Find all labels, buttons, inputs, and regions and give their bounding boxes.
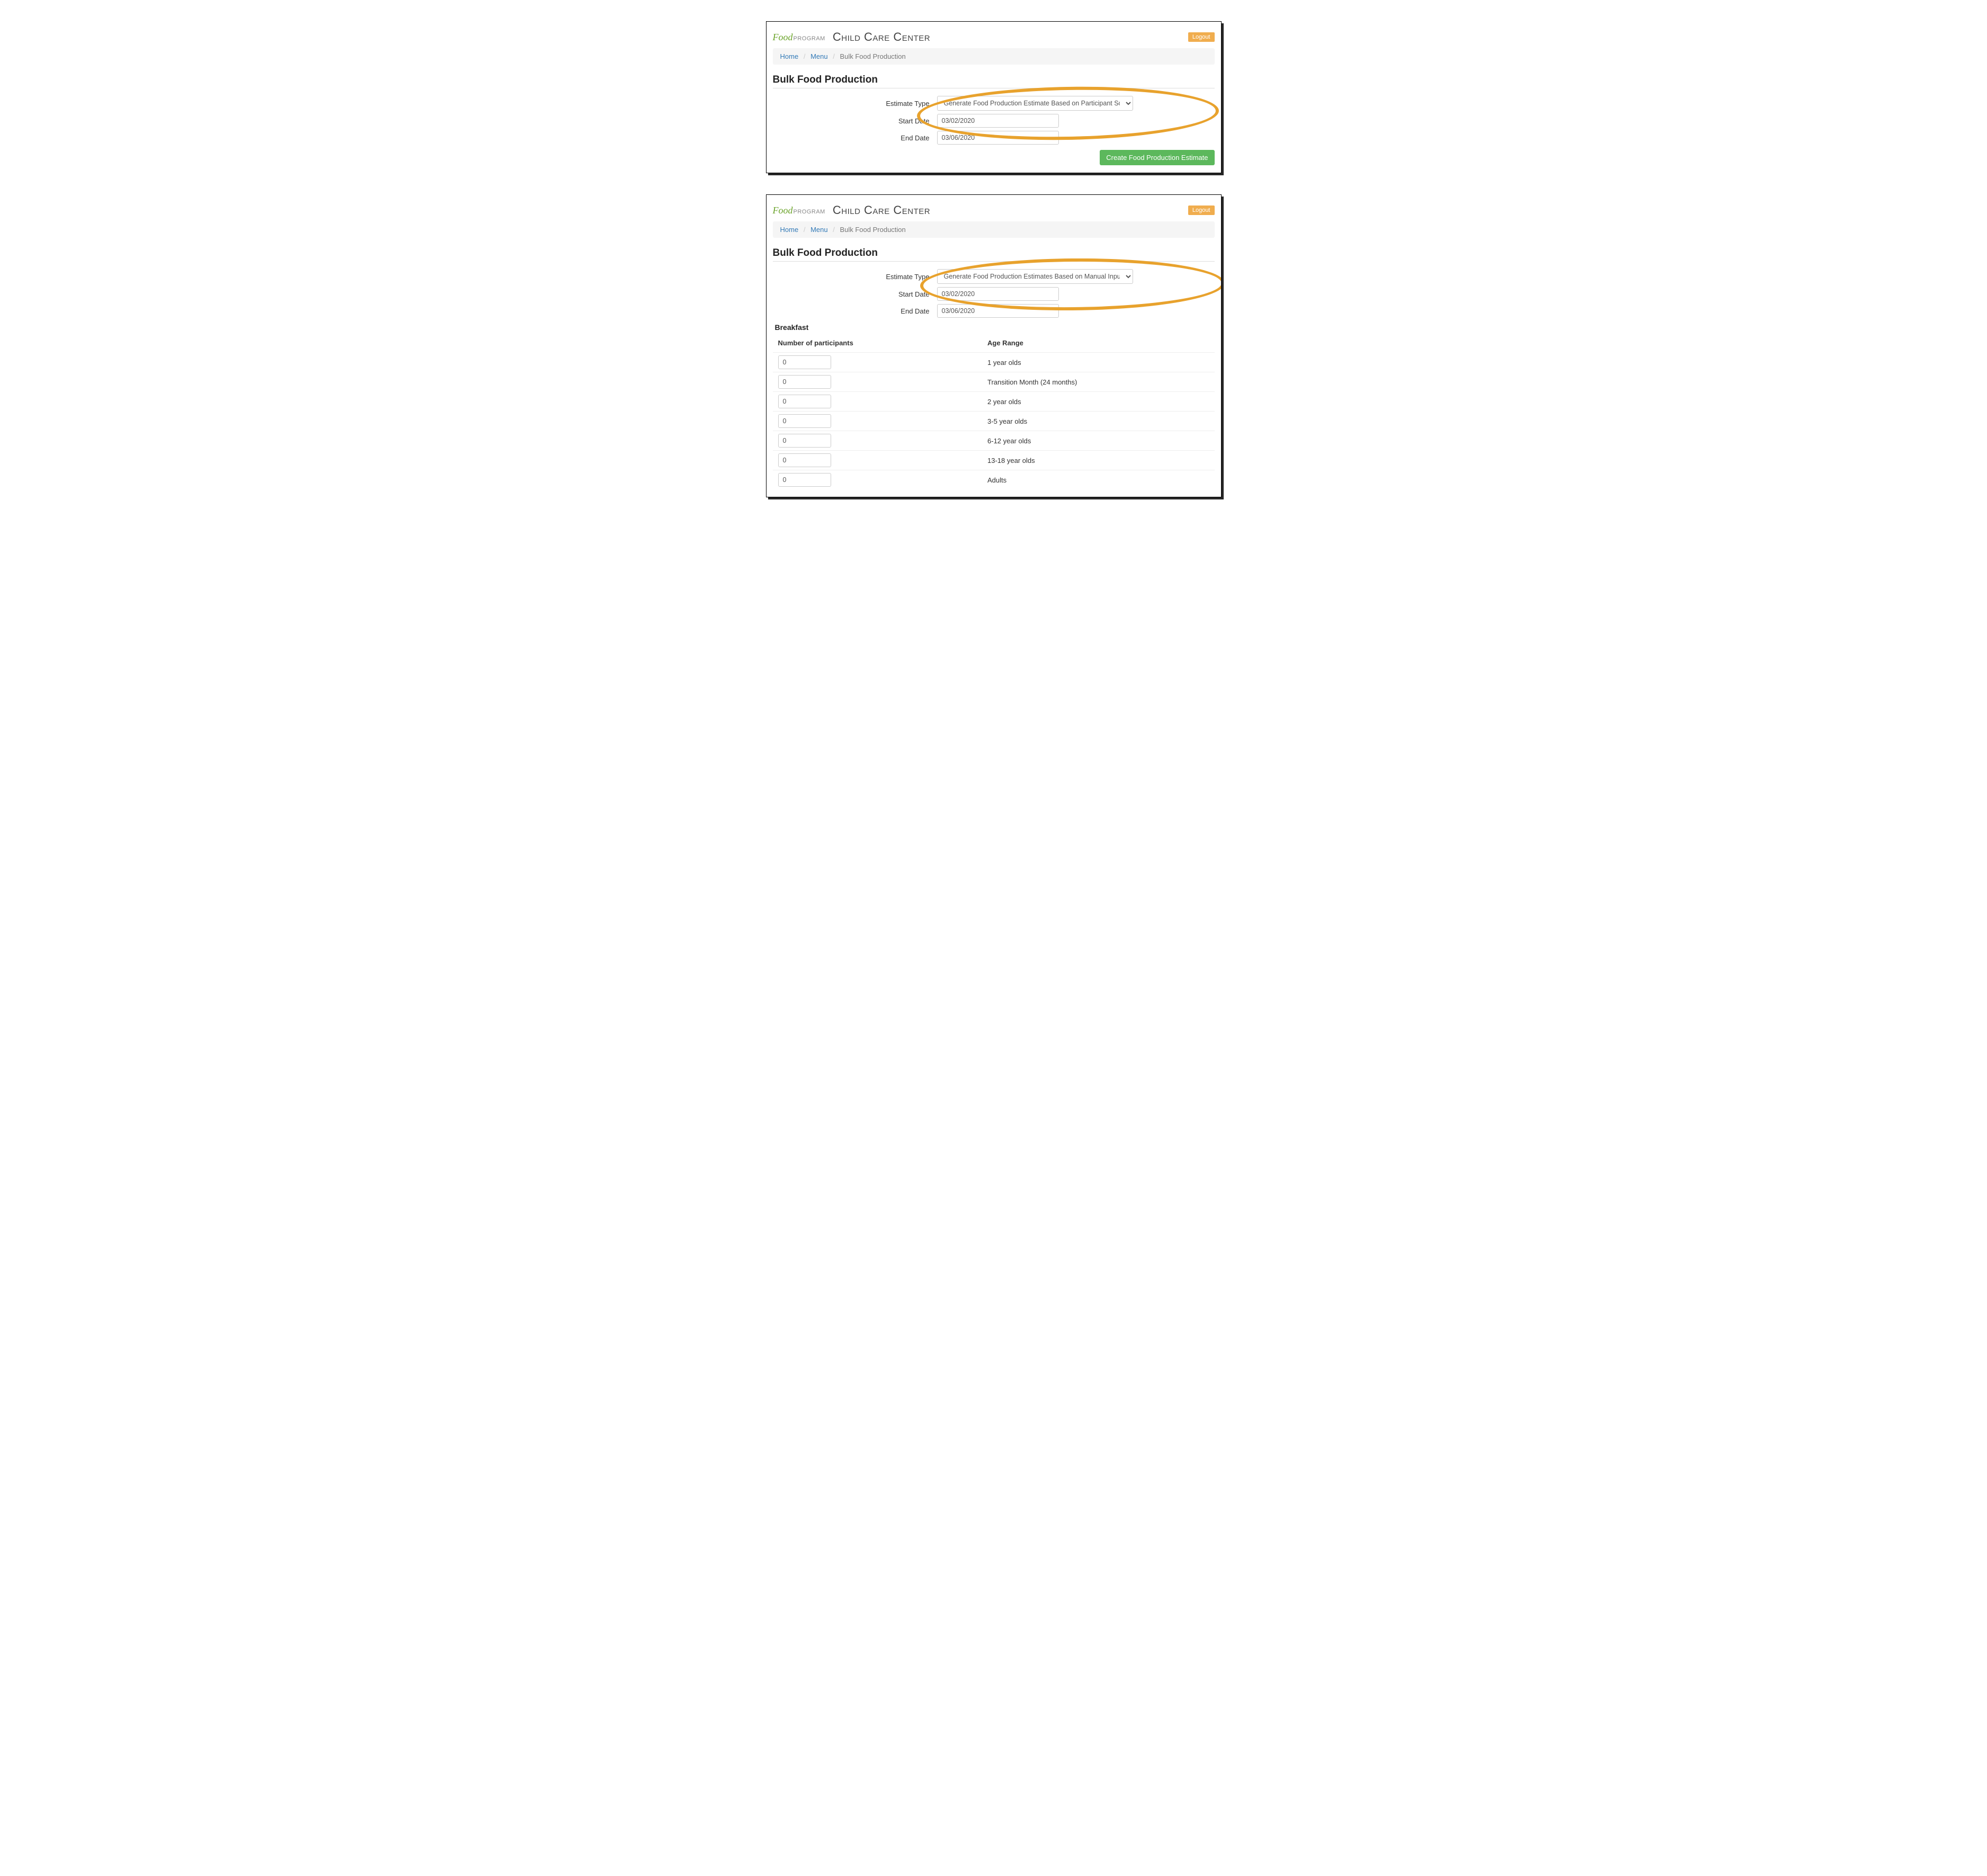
table-row: 3-5 year olds <box>773 411 1215 431</box>
start-date-input[interactable] <box>937 287 1059 301</box>
col-participants-cell <box>778 395 988 408</box>
start-date-label: Start Date <box>868 290 937 298</box>
brand: Food PROGRAM Child Care Center <box>773 30 931 44</box>
breadcrumb-sep-icon: / <box>830 226 838 234</box>
row-end-date: End Date <box>773 131 1215 145</box>
participants-input[interactable] <box>778 395 831 408</box>
age-range-label: 6-12 year olds <box>987 437 1214 445</box>
breadcrumb-sep-icon: / <box>830 52 838 60</box>
row-end-date: End Date <box>773 304 1215 318</box>
breadcrumb-home[interactable]: Home <box>780 52 799 60</box>
age-range-label: Adults <box>987 476 1214 484</box>
end-date-label: End Date <box>868 307 937 315</box>
create-estimate-button[interactable]: Create Food Production Estimate <box>1100 150 1214 165</box>
age-range-label: Transition Month (24 months) <box>987 378 1214 386</box>
row-start-date: Start Date <box>773 114 1215 128</box>
end-date-input[interactable] <box>937 304 1059 318</box>
col-participants-cell <box>778 453 988 467</box>
participants-input[interactable] <box>778 434 831 448</box>
table-header: Number of participants Age Range <box>778 336 1215 350</box>
logout-button[interactable]: Logout <box>1188 206 1215 215</box>
breadcrumb-menu[interactable]: Menu <box>810 226 828 234</box>
estimate-type-select[interactable]: Generate Food Production Estimate Based … <box>937 96 1133 111</box>
start-date-input[interactable] <box>937 114 1059 128</box>
logo-food-text: Food <box>773 32 793 43</box>
estimate-type-label: Estimate Type <box>868 100 937 108</box>
estimate-type-label: Estimate Type <box>868 273 937 281</box>
col-participants-cell <box>778 414 988 428</box>
end-date-label: End Date <box>868 134 937 142</box>
participants-table: Number of participants Age Range 1 year … <box>773 336 1215 489</box>
col-age-header: Age Range <box>987 339 1214 347</box>
table-row: Transition Month (24 months) <box>773 372 1215 391</box>
header-bar: Food PROGRAM Child Care Center Logout <box>773 27 1215 48</box>
breadcrumb: Home / Menu / Bulk Food Production <box>773 221 1215 238</box>
row-estimate-type: Estimate Type Generate Food Production E… <box>773 269 1215 284</box>
participants-input[interactable] <box>778 453 831 467</box>
age-range-label: 3-5 year olds <box>987 417 1214 425</box>
estimate-type-select[interactable]: Generate Food Production Estimates Based… <box>937 269 1133 284</box>
brand: Food PROGRAM Child Care Center <box>773 203 931 217</box>
age-range-label: 13-18 year olds <box>987 457 1214 464</box>
header-bar: Food PROGRAM Child Care Center Logout <box>773 200 1215 221</box>
participants-input[interactable] <box>778 473 831 487</box>
breadcrumb-sep-icon: / <box>800 226 809 234</box>
app-title: Child Care Center <box>833 30 930 44</box>
breadcrumb: Home / Menu / Bulk Food Production <box>773 48 1215 65</box>
table-row: 6-12 year olds <box>773 431 1215 450</box>
age-range-label: 1 year olds <box>987 359 1214 367</box>
breadcrumb-home[interactable]: Home <box>780 226 799 234</box>
action-row: Create Food Production Estimate <box>773 150 1215 165</box>
table-row: 1 year olds <box>773 352 1215 372</box>
page-title: Bulk Food Production <box>773 72 1215 88</box>
end-date-input[interactable] <box>937 131 1059 145</box>
col-participants-cell <box>778 375 988 389</box>
participants-input[interactable] <box>778 414 831 428</box>
logout-button[interactable]: Logout <box>1188 32 1215 42</box>
logo-program-text: PROGRAM <box>794 35 825 42</box>
table-row: 13-18 year olds <box>773 450 1215 470</box>
start-date-label: Start Date <box>868 117 937 125</box>
logo-program-text: PROGRAM <box>794 209 825 215</box>
col-participants-cell <box>778 473 988 487</box>
breadcrumb-sep-icon: / <box>800 52 809 60</box>
col-participants-cell <box>778 434 988 448</box>
panel-schedule-estimate: Food PROGRAM Child Care Center Logout Ho… <box>766 21 1222 173</box>
meal-section-title: Breakfast <box>775 323 1215 332</box>
row-estimate-type: Estimate Type Generate Food Production E… <box>773 96 1215 111</box>
age-range-label: 2 year olds <box>987 398 1214 406</box>
col-participants-header: Number of participants <box>778 339 988 347</box>
col-participants-cell <box>778 355 988 369</box>
breadcrumb-current: Bulk Food Production <box>840 52 905 60</box>
table-row: Adults <box>773 470 1215 489</box>
panel-manual-estimate: Food PROGRAM Child Care Center Logout Ho… <box>766 194 1222 497</box>
app-title: Child Care Center <box>833 203 930 217</box>
table-row: 2 year olds <box>773 391 1215 411</box>
logo-food-text: Food <box>773 205 793 216</box>
breadcrumb-current: Bulk Food Production <box>840 226 905 234</box>
row-start-date: Start Date <box>773 287 1215 301</box>
breadcrumb-menu[interactable]: Menu <box>810 52 828 60</box>
page-title: Bulk Food Production <box>773 245 1215 262</box>
participants-input[interactable] <box>778 375 831 389</box>
logo: Food PROGRAM <box>773 32 825 43</box>
participants-input[interactable] <box>778 355 831 369</box>
logo: Food PROGRAM <box>773 205 825 216</box>
